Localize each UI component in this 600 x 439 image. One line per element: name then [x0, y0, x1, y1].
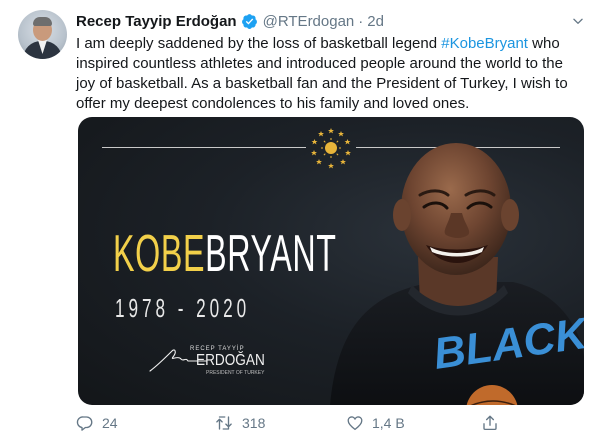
divider-left	[102, 147, 306, 148]
tweet-text-before: I am deeply saddened by the loss of bask…	[76, 35, 442, 52]
signature-subtitle: PRESIDENT OF TURKEY	[206, 370, 265, 376]
reply-button[interactable]: 24	[76, 414, 118, 432]
tweet-media-image[interactable]: KOBEBRYANT 1978 - 2020 RECEP TAYYİP ERDO…	[78, 117, 584, 405]
reply-icon	[76, 416, 93, 431]
kobe-bryant-title: KOBEBRYANT	[113, 224, 337, 284]
chevron-down-icon[interactable]	[568, 11, 588, 31]
retweet-button[interactable]: 318	[214, 414, 265, 432]
separator: ·	[358, 12, 364, 30]
avatar[interactable]	[18, 10, 67, 59]
heart-icon	[347, 416, 363, 431]
hashtag-link[interactable]: #KobeBryant	[441, 35, 528, 52]
author-name[interactable]: Recep Tayyip Erdoğan	[76, 13, 237, 30]
retweet-count: 318	[242, 415, 266, 431]
kobe-portrait-image: BLACK	[330, 143, 584, 405]
tweet-actions: 24 318 1,4 B	[76, 414, 506, 434]
tweet-header: Recep Tayyip Erdoğan @RTErdogan · 2d	[76, 11, 384, 31]
verified-badge-icon	[241, 13, 258, 30]
tweet-card[interactable]: Recep Tayyip Erdoğan @RTErdogan · 2d I a…	[0, 0, 600, 439]
signature-surname: ERDOĞAN	[196, 352, 265, 369]
life-years: 1978 - 2020	[115, 293, 251, 323]
timestamp[interactable]: 2d	[367, 13, 384, 30]
like-count: 1,4 B	[372, 415, 405, 431]
retweet-icon	[216, 416, 232, 430]
title-first-name: KOBE	[113, 225, 206, 283]
author-handle[interactable]: @RTErdogan	[263, 13, 355, 30]
share-button[interactable]	[481, 414, 499, 432]
like-button[interactable]: 1,4 B	[346, 414, 405, 432]
tweet-text: I am deeply saddened by the loss of bask…	[76, 34, 586, 114]
share-icon	[483, 415, 497, 431]
reply-count: 24	[102, 415, 118, 431]
signature: RECEP TAYYİP ERDOĞAN PRESIDENT OF TURKEY	[148, 341, 288, 381]
